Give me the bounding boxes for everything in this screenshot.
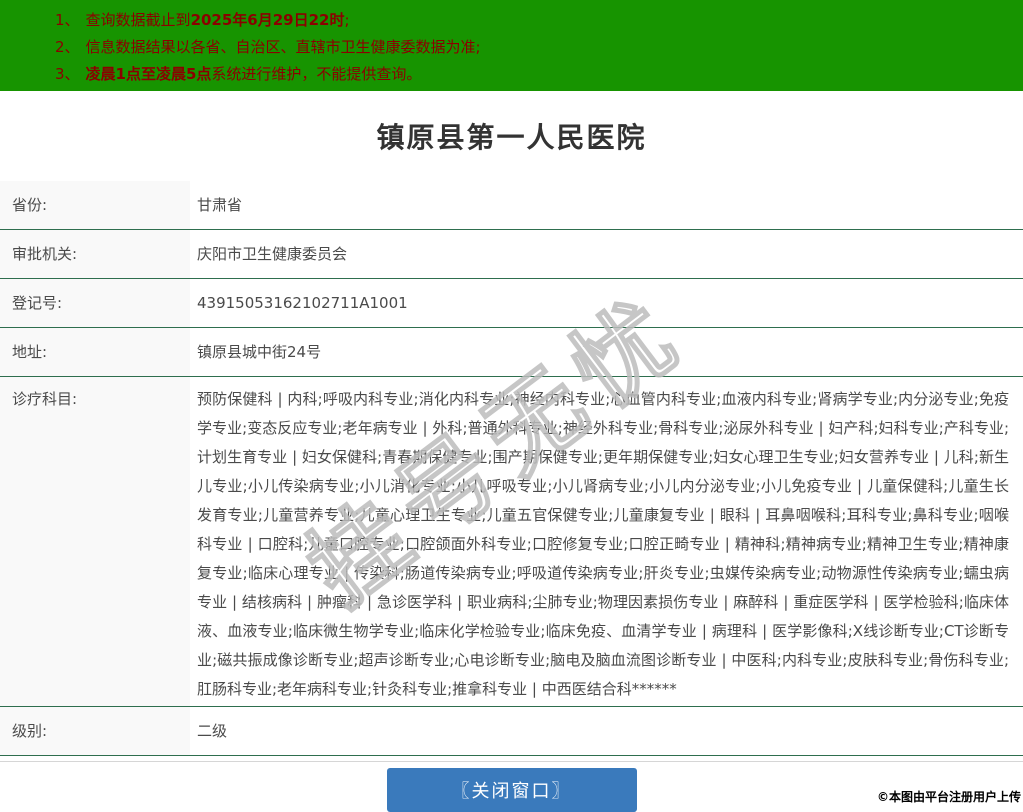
row-value: 镇原县城中街24号 xyxy=(197,343,322,361)
notice-banner: 1、 查询数据截止到2025年6月29日22时; 2、 信息数据结果以各省、自治区、… xyxy=(0,0,1023,91)
notice-bold-text: 2025年6月29日22时 xyxy=(190,11,345,29)
notice-text: 查询数据截止到 xyxy=(85,11,191,29)
notice-number: 3、 xyxy=(55,65,80,83)
notice-text: 系统进行维护，不能提供查询。 xyxy=(211,65,422,83)
title-area: 镇原县第一人民医院 xyxy=(0,91,1023,181)
hospital-info-page: { "header": { "notices": [ { "num": "1、"… xyxy=(0,0,1023,812)
notice-bold-text: 凌晨1点至凌晨5点 xyxy=(85,65,212,83)
row-value: 43915053162102711A1001 xyxy=(197,294,408,312)
row-value: 甘肃省 xyxy=(197,196,243,214)
row-label: 地址: xyxy=(0,328,190,376)
row-value: 庆阳市卫生健康委员会 xyxy=(197,245,348,263)
row-province: 省份: 甘肃省 xyxy=(0,181,1023,230)
notice-line-2: 2、 信息数据结果以各省、自治区、直辖市卫生健康委数据为准; xyxy=(55,34,1013,61)
close-window-button[interactable]: 〖关闭窗口〗 xyxy=(386,768,637,812)
row-label: 级别: xyxy=(0,707,190,755)
row-address: 地址: 镇原县城中街24号 xyxy=(0,328,1023,377)
row-label: 省份: xyxy=(0,181,190,229)
row-registration-number: 登记号: 43915053162102711A1001 xyxy=(0,279,1023,328)
notice-number: 1、 xyxy=(55,11,80,29)
notice-number: 2、 xyxy=(55,38,80,56)
notice-line-3: 3、 凌晨1点至凌晨5点系统进行维护，不能提供查询。 xyxy=(55,61,1013,88)
notice-text: 信息数据结果以各省、自治区、直辖市卫生健康委数据为准; xyxy=(85,38,481,56)
row-label: 登记号: xyxy=(0,279,190,327)
copyright-note: ©本图由平台注册用户上传 xyxy=(876,790,1021,804)
page-title: 镇原县第一人民医院 xyxy=(376,121,647,154)
hospital-info-table: 省份: 甘肃省 审批机关: 庆阳市卫生健康委员会 登记号: 4391505316… xyxy=(0,181,1023,762)
row-departments: 诊疗科目: 预防保健科 | 内科;呼吸内科专业;消化内科专业;神经内科专业;心血… xyxy=(0,377,1023,707)
row-value: 二级 xyxy=(197,722,228,740)
notice-line-1: 1、 查询数据截止到2025年6月29日22时; xyxy=(55,7,1013,34)
row-label: 诊疗科目: xyxy=(0,377,190,706)
row-approval-authority: 审批机关: 庆阳市卫生健康委员会 xyxy=(0,230,1023,279)
row-level: 级别: 二级 xyxy=(0,707,1023,756)
button-area: 〖关闭窗口〗 xyxy=(0,768,1023,812)
row-value: 预防保健科 | 内科;呼吸内科专业;消化内科专业;神经内科专业;心血管内科专业;… xyxy=(197,390,1009,698)
row-label: 审批机关: xyxy=(0,230,190,278)
notice-text: ; xyxy=(344,11,350,29)
